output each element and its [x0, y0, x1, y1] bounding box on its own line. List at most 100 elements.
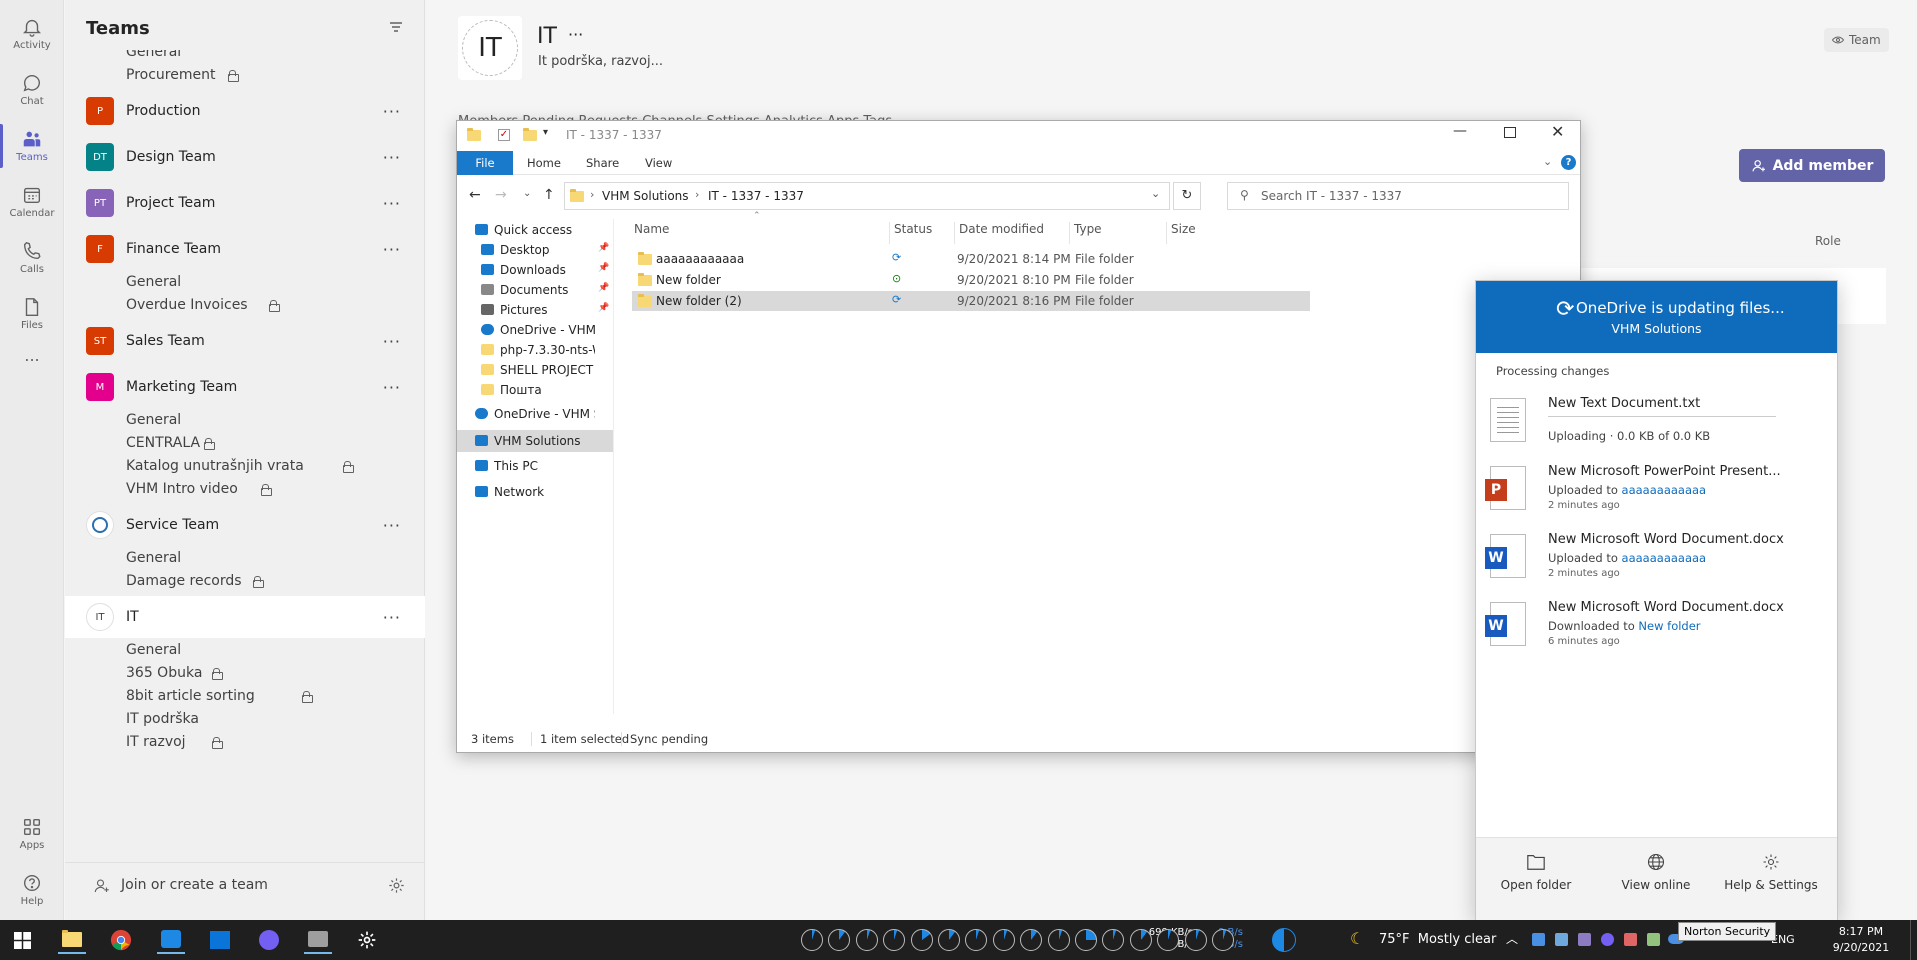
rail-activity[interactable]: Activity	[0, 6, 64, 62]
channel-item[interactable]: VHM Intro video	[65, 477, 425, 500]
activity-folder-link[interactable]: aaaaaaaaaaaa	[1622, 483, 1707, 497]
nav-item[interactable]: Documents 📌	[457, 279, 613, 301]
breadcrumb-it[interactable]: IT - 1337 - 1337	[708, 189, 804, 203]
nav-item[interactable]: Network	[457, 481, 613, 503]
up-arrow-icon[interactable]: ↑	[543, 187, 555, 203]
help-icon[interactable]: ?	[1561, 155, 1576, 170]
address-dropdown[interactable]: ⌄	[1151, 187, 1160, 200]
channel-item[interactable]: Overdue Invoices	[65, 293, 425, 316]
weather-text[interactable]: 75°F Mostly clear	[1379, 932, 1496, 947]
team-more-options-icon[interactable]: ···	[383, 608, 401, 627]
refresh-button[interactable]: ↻	[1173, 182, 1201, 210]
start-button[interactable]	[8, 926, 36, 954]
team-more-options-icon[interactable]: ···	[383, 378, 401, 397]
checkbox-icon[interactable]: ✓	[498, 129, 510, 141]
new-folder-icon[interactable]	[523, 128, 537, 141]
taskbar-viber[interactable]	[255, 926, 283, 954]
quick-access-dropdown[interactable]: ▾	[543, 127, 548, 138]
show-hidden-icons[interactable]: ︿	[1506, 930, 1518, 947]
nav-item[interactable]: Pictures 📌	[457, 299, 613, 321]
taskbar-chrome[interactable]	[107, 926, 135, 954]
breadcrumb-vhm[interactable]: VHM Solutions	[602, 189, 689, 203]
taskbar-file-explorer[interactable]	[58, 926, 86, 954]
show-desktop-button[interactable]	[1910, 920, 1916, 960]
rail-help[interactable]: Help	[0, 862, 64, 918]
gear-icon[interactable]	[387, 876, 406, 895]
team-more-options-icon[interactable]: ···	[383, 194, 401, 213]
channel-item[interactable]: Procurement	[65, 63, 425, 86]
nav-item[interactable]: SHELL PROJECT	[457, 359, 613, 381]
channel-item[interactable]: General	[65, 408, 425, 431]
channel-item[interactable]: General	[65, 270, 425, 293]
rail-apps[interactable]: Apps	[0, 806, 64, 862]
nav-item[interactable]: OneDrive - VHM Solu	[457, 403, 613, 425]
nav-item[interactable]: php-7.3.30-nts-Win	[457, 339, 613, 361]
close-button[interactable]: ✕	[1551, 122, 1564, 141]
team-more-options-icon[interactable]: ···	[383, 332, 401, 351]
team-item[interactable]: DT Design Team ···	[65, 136, 425, 178]
rail-calls[interactable]: Calls	[0, 230, 64, 286]
rail-chat[interactable]: Chat	[0, 62, 64, 118]
rail-more[interactable]: ...	[0, 346, 64, 376]
team-item[interactable]: P Production ···	[65, 90, 425, 132]
chevron-down-icon[interactable]: ⌄	[1543, 155, 1552, 168]
team-more-options-icon[interactable]: ···	[383, 148, 401, 167]
viber-tray-icon[interactable]	[1601, 933, 1614, 946]
channel-item[interactable]: Damage records	[65, 569, 425, 592]
taskbar-photos[interactable]	[206, 926, 234, 954]
add-member-button[interactable]: Add member	[1739, 149, 1885, 182]
channel-item[interactable]: 8bit article sorting	[65, 684, 425, 707]
team-more-options-icon[interactable]: ···	[383, 102, 401, 121]
team-item[interactable]: M Marketing Team ···	[65, 366, 425, 408]
channel-item[interactable]: IT podrška	[65, 707, 425, 730]
team-more-options-icon[interactable]: ···	[383, 516, 401, 535]
channel-item[interactable]: Katalog unutrašnjih vrata	[65, 454, 425, 477]
column-header-size[interactable]: Size	[1166, 222, 1226, 244]
column-header-type[interactable]: Type	[1069, 222, 1166, 244]
column-header-name[interactable]: Name	[634, 222, 889, 244]
pin-icon[interactable]: 📌	[598, 283, 609, 293]
view-online-button[interactable]: View online	[1601, 852, 1711, 892]
team-more-options-icon[interactable]: ···	[383, 240, 401, 259]
tray-icon[interactable]	[1532, 933, 1545, 946]
tray-icon[interactable]	[1555, 933, 1568, 946]
explorer-search-input[interactable]: ⚲ Search IT - 1337 - 1337	[1227, 182, 1569, 210]
nav-item[interactable]: This PC	[457, 455, 613, 477]
onedrive-activity-item[interactable]: New Text Document.txt Uploading · 0.0 KB …	[1476, 396, 1837, 456]
nav-item[interactable]: Downloads 📌	[457, 259, 613, 281]
nav-item[interactable]: OneDrive - VHM So	[457, 319, 613, 341]
channel-item[interactable]: General	[65, 50, 425, 63]
team-item[interactable]: ST Sales Team ···	[65, 320, 425, 362]
minimize-button[interactable]: —	[1453, 123, 1473, 139]
taskbar-settings[interactable]	[353, 926, 381, 954]
tray-icon[interactable]	[1647, 933, 1660, 946]
tray-icon[interactable]	[1624, 933, 1637, 946]
column-header-status[interactable]: Status	[889, 222, 954, 244]
forward-arrow-icon[interactable]: →	[495, 187, 507, 203]
ribbon-tab-view[interactable]: View	[645, 151, 672, 175]
file-row[interactable]: New folder (2) ⟳ 9/20/2021 8:16 PM File fol…	[632, 291, 1310, 311]
team-item[interactable]: Service Team ···	[65, 504, 425, 546]
ribbon-tab-home[interactable]: Home	[527, 151, 561, 175]
back-arrow-icon[interactable]: ←	[469, 187, 481, 203]
file-row[interactable]: New folder ⊙ 9/20/2021 8:10 PM File folder	[632, 270, 1310, 290]
onedrive-activity-item[interactable]: W New Microsoft Word Document.docx Uploade…	[1476, 532, 1837, 592]
nav-item[interactable]: Пошта	[457, 379, 613, 401]
team-item[interactable]: PT Project Team ···	[65, 182, 425, 224]
nav-item[interactable]: Quick access	[457, 219, 613, 241]
join-create-team[interactable]: Join or create a team	[65, 862, 425, 908]
ribbon-tab-file[interactable]: File	[457, 151, 513, 175]
file-row[interactable]: aaaaaaaaaaaa ⟳ 9/20/2021 8:14 PM File folde…	[632, 249, 1310, 269]
onedrive-activity-item[interactable]: W New Microsoft Word Document.docx Downloa…	[1476, 600, 1837, 660]
taskbar-app-blue[interactable]	[157, 926, 185, 954]
help-settings-button[interactable]: Help & Settings	[1711, 852, 1831, 892]
pin-icon[interactable]: 📌	[598, 243, 609, 253]
pin-icon[interactable]: 📌	[598, 263, 609, 273]
onedrive-activity-item[interactable]: P New Microsoft PowerPoint Present... Uplo…	[1476, 464, 1837, 524]
team-item[interactable]: IT IT ···	[65, 596, 425, 638]
nav-item[interactable]: VHM Solutions	[457, 430, 613, 452]
team-item[interactable]: F Finance Team ···	[65, 228, 425, 270]
channel-item[interactable]: General	[65, 638, 425, 661]
channel-item[interactable]: CENTRALA	[65, 431, 425, 454]
pin-icon[interactable]: 📌	[598, 303, 609, 313]
